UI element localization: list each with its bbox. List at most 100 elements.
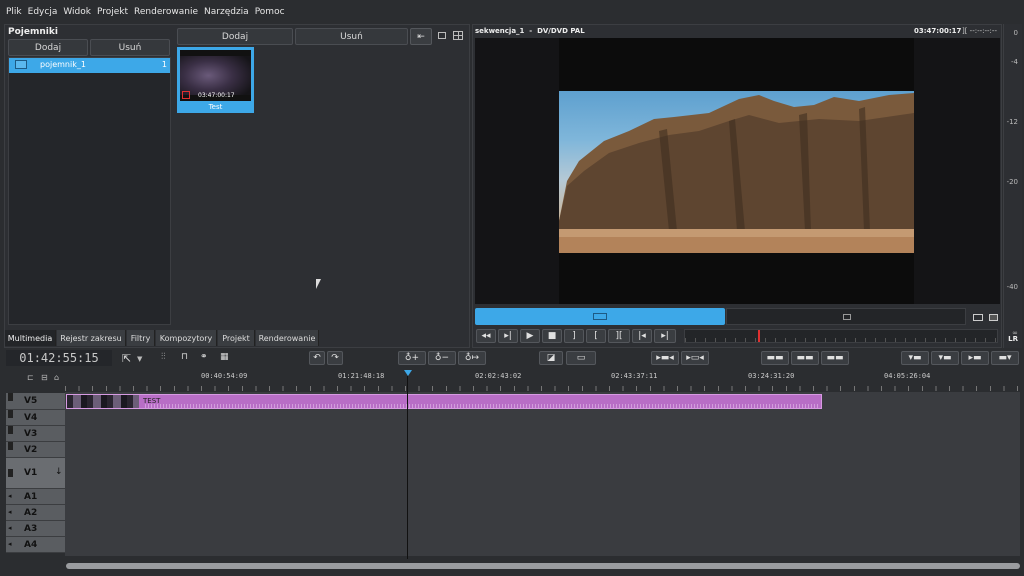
viewer-canvas[interactable] [475,38,1000,304]
menu-pomoc[interactable]: Pomoc [255,7,285,17]
tab-projekt[interactable]: Projekt [218,330,255,346]
film-icon [182,91,190,99]
track-header-v4[interactable]: V4 [6,410,65,426]
tool-dropdown-icon[interactable]: ▼ [137,355,142,363]
overwrite-icon[interactable]: ▬▬ [761,351,789,365]
bins-remove-button[interactable]: Usuń [90,39,170,56]
overlay-icon[interactable] [989,314,998,321]
track-label-a4: A4 [24,540,38,550]
track-label-v2: V2 [24,445,38,455]
link-icon[interactable]: ⚭ [200,352,208,362]
step-back-icon[interactable]: ▸| [498,329,518,343]
timeline-playhead[interactable] [407,376,408,559]
menu-widok[interactable]: Widok [63,7,91,17]
menu-plik[interactable]: Plik [6,7,22,17]
playhead-marker[interactable] [404,370,412,376]
track-header-a2[interactable]: ◂ A2 [6,505,65,521]
tab-kompozytory[interactable]: Kompozytory [156,330,217,346]
play-icon[interactable]: ▶ [520,329,540,343]
grid-icon[interactable]: ▦ [220,352,229,362]
arrow-down-icon[interactable]: ↓ [55,467,63,477]
viewer-timecode: 03:47:00:17 [914,27,962,35]
splice-icon[interactable]: ▸▬ [961,351,989,365]
undo-icon[interactable]: ↶ [309,351,325,365]
trim-end-icon[interactable]: ▸▭◂ [681,351,709,365]
track-height-icon[interactable]: ⊟ [41,373,48,382]
insert-icon[interactable]: ▬▬ [791,351,819,365]
clip-thumb-strip [67,395,139,408]
bin-item-count: 1 [161,60,167,69]
safe-area-icon[interactable] [973,314,983,321]
vu-meter [1003,24,1022,348]
media-remove-button[interactable]: Usuń [295,28,408,45]
replace-icon[interactable]: ▬▬ [821,351,849,365]
zoom-timeline-icon[interactable]: ▭ [566,351,596,365]
remove-marker-icon[interactable]: ♁− [428,351,456,365]
menu-renderowanie[interactable]: Renderowanie [134,7,198,17]
track-label-a1: A1 [24,492,38,502]
lock-icon[interactable]: ⌂ [54,373,59,382]
zoom-bar[interactable] [475,308,725,325]
go-end-icon[interactable]: ▸| [654,329,676,343]
import-icon[interactable]: ⇤ [410,28,432,45]
add-marker-icon[interactable]: ♁+ [398,351,426,365]
track-header-a1[interactable]: ◂ A1 [6,489,65,505]
bins-add-button[interactable]: Dodaj [8,39,88,56]
speaker-icon: ◂ [8,524,12,532]
snap-icon[interactable]: ⊓ [181,352,188,362]
track-options-icon[interactable]: ⊏ [27,373,34,382]
media-add-button[interactable]: Dodaj [177,28,293,45]
zoom-track[interactable] [726,308,966,325]
extract-icon[interactable]: ▾▬ [931,351,959,365]
vu-20: -20 [1006,178,1018,186]
grid-view-icon[interactable] [453,31,463,40]
bins-title: Pojemniki [8,27,58,37]
rewind-icon[interactable]: ◂◂ [476,329,496,343]
mark-in-icon[interactable]: [ [586,329,606,343]
viewer-playhead[interactable] [758,330,760,342]
viewer-scrubber[interactable] [684,329,998,343]
track-header-v2[interactable]: V2 [6,442,65,458]
tab-multimedia[interactable]: Multimedia [5,330,56,346]
viewer-title: sekwencja_1 - DV/DVD PAL [475,27,585,35]
tab-filtry[interactable]: Filtry [127,330,155,346]
bin-item-pojemnik-1[interactable]: pojemnik_1 1 [9,58,170,73]
mark-out-icon[interactable]: ] [564,329,584,343]
track-header-a3[interactable]: ◂ A3 [6,521,65,537]
clip-duration: 03:47:00:17 [198,92,235,99]
stop-icon[interactable]: ■ [542,329,562,343]
trim-start-icon[interactable]: ▸▬◂ [651,351,679,365]
video-frame [559,91,914,253]
media-clip-test[interactable]: 03:47:00:17 Test [177,47,254,113]
select-tool-icon[interactable]: ⇱ [122,352,131,365]
timecode-display[interactable]: 01:42:55:15 [6,350,112,366]
menu-bar: Plik Edycja Widok Projekt Renderowanie N… [0,0,1024,24]
track-label-v4: V4 [24,413,38,423]
ruler-label-5: 03:24:31:20 [748,372,795,380]
viewer-inout: ][ --:--:--:-- [962,27,997,35]
more-dropdown-icon[interactable]: ▬▾ [991,351,1019,365]
fit-timeline-icon[interactable]: ◪ [539,351,563,365]
track-header-v1[interactable]: V1 ↓ [6,458,65,489]
redo-icon[interactable]: ↷ [327,351,343,365]
go-start-icon[interactable]: |◂ [632,329,652,343]
vu-4: -4 [1011,58,1018,66]
track-header-v5[interactable]: V5 [6,393,65,410]
track-area[interactable] [65,392,1020,556]
timeline-clip-test[interactable]: TEST [66,394,822,409]
timeline-scrollbar[interactable] [66,563,1020,569]
clear-marks-icon[interactable]: ][ [608,329,630,343]
track-header-v3[interactable]: V3 [6,426,65,442]
lift-icon[interactable]: ▾▬ [901,351,929,365]
tab-renderowanie[interactable]: Renderowanie [256,330,319,346]
marker-range-icon[interactable]: ♁↦ [458,351,486,365]
mixer-icon[interactable]: ⫶⫶ [161,352,166,362]
menu-projekt[interactable]: Projekt [97,7,128,17]
list-view-icon[interactable] [438,32,446,39]
zoom-grip-icon [593,313,607,320]
track-header-a4[interactable]: ◂ A4 [6,537,65,553]
menu-narzedzia[interactable]: Narzędzia [204,7,249,17]
rock-image [559,93,914,253]
tab-rejestr-zakresu[interactable]: Rejestr zakresu [57,330,126,346]
menu-edycja[interactable]: Edycja [28,7,58,17]
